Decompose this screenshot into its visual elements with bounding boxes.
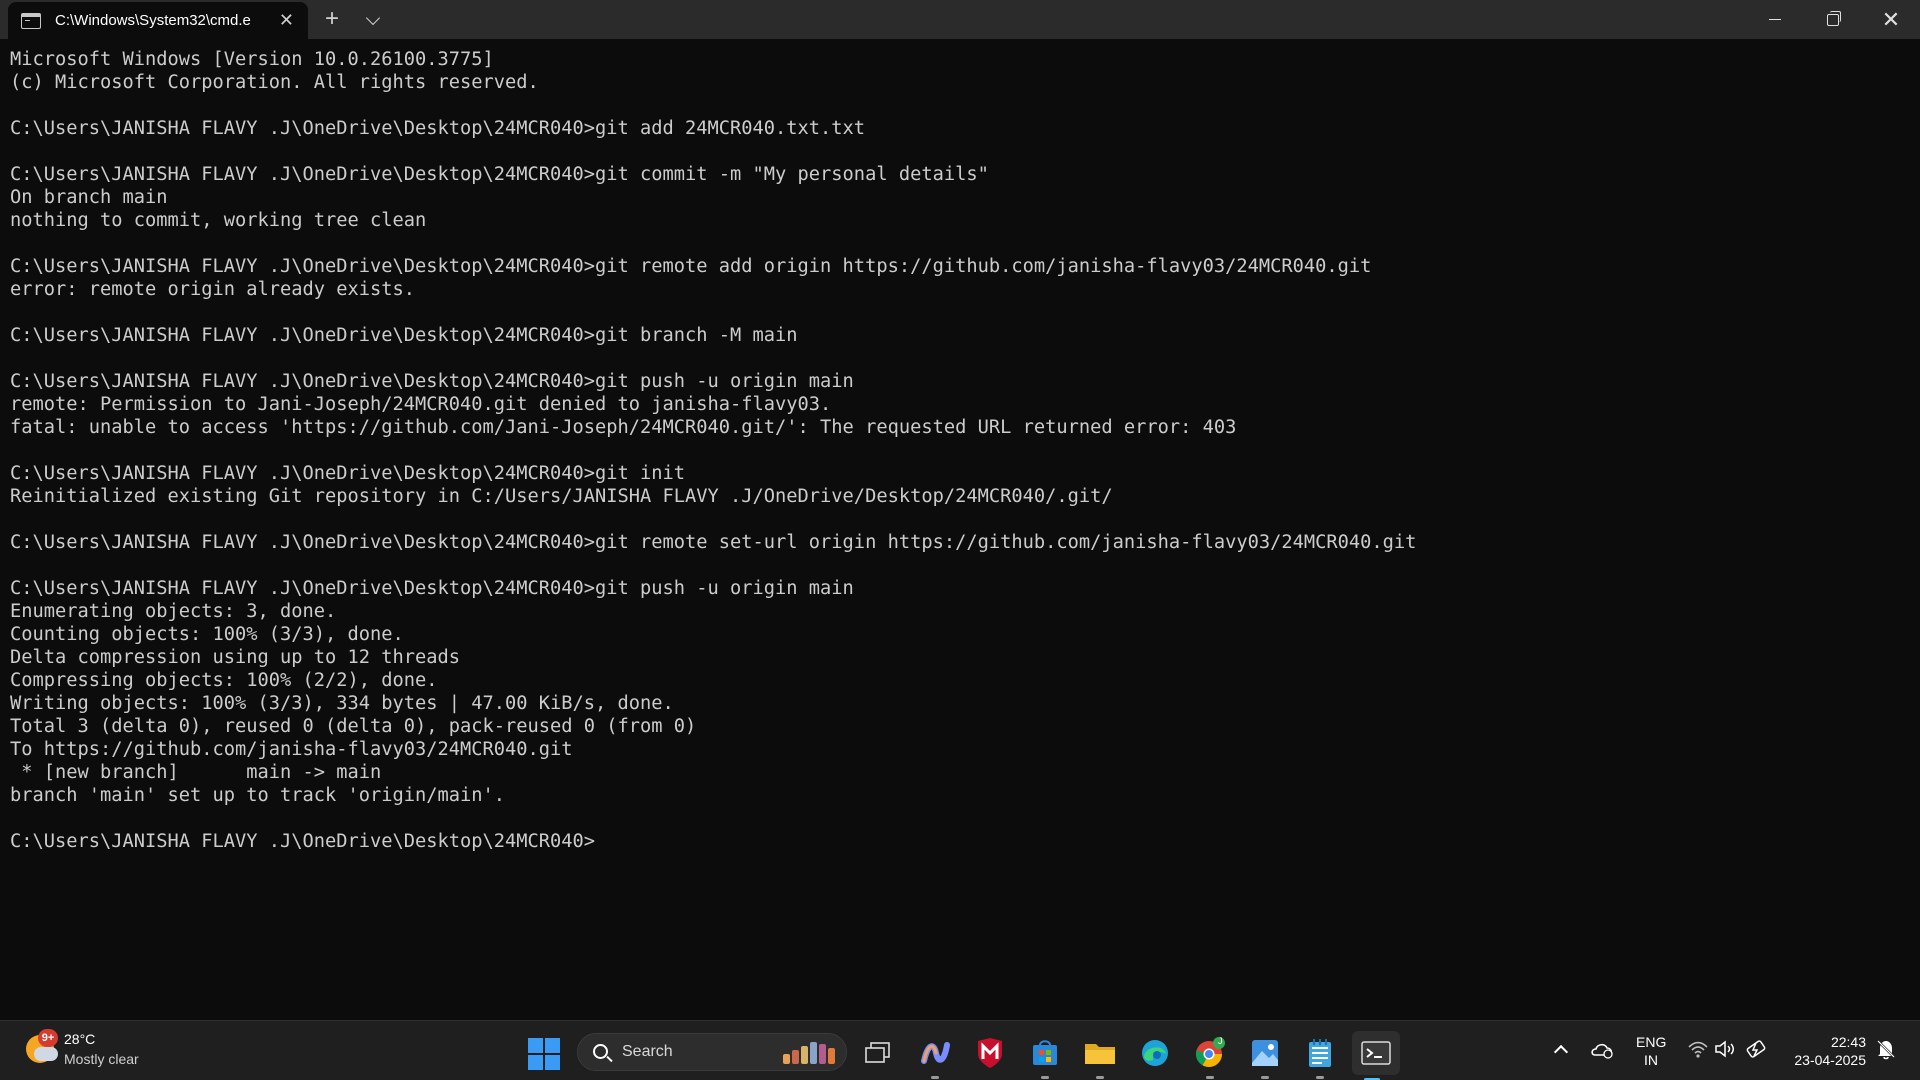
terminal-line: Delta compression using up to 12 threads (10, 647, 461, 668)
terminal-line: C:\Users\JANISHA FLAVY .J\OneDrive\Deskt… (10, 325, 798, 346)
task-view-button[interactable] (858, 1033, 898, 1073)
terminal-button[interactable] (1352, 1031, 1400, 1080)
edge-icon (1142, 1040, 1168, 1066)
cmd-icon (21, 12, 41, 29)
restore-button[interactable] (1804, 0, 1862, 39)
terminal-line: remote: Permission to Jani-Joseph/24MCR0… (10, 394, 832, 415)
terminal-line: Microsoft Windows [Version 10.0.26100.37… (10, 49, 494, 70)
copilot-icon (921, 1042, 950, 1064)
volume-icon[interactable] (1713, 1039, 1737, 1063)
weather-description: Mostly clear (64, 1051, 139, 1067)
app-running-indicator (1316, 1076, 1324, 1079)
app-running-indicator (1206, 1076, 1214, 1079)
file-explorer-icon (1085, 1044, 1115, 1064)
new-tab-button[interactable]: + (325, 5, 339, 33)
tab-cmd[interactable]: C:\Windows\System32\cmd.e ✕ (8, 2, 308, 39)
terminal-line: Enumerating objects: 3, done. (10, 601, 337, 622)
terminal-line: On branch main (10, 187, 168, 208)
mcafee-button[interactable] (970, 1033, 1010, 1073)
terminal-line: * [new branch] main -> main (10, 762, 382, 783)
clock[interactable]: 22:43 23-04-2025 (1780, 1033, 1866, 1069)
windows-logo-icon (528, 1038, 543, 1053)
task-view-icon (865, 1042, 890, 1063)
search-highlight-icon (783, 1042, 843, 1064)
input-language-indicator[interactable]: ENG IN (1636, 1033, 1666, 1069)
minimize-button[interactable] (1746, 0, 1804, 39)
terminal-icon (1361, 1041, 1391, 1065)
weather-badge: 9+ (38, 1029, 58, 1047)
taskbar: 9+ 28°C Mostly clear Search J ENG IN 22:… (0, 1020, 1920, 1080)
terminal-line: error: remote origin already exists. (10, 279, 416, 300)
onedrive-sync-icon[interactable] (1590, 1039, 1614, 1063)
language-code: ENG (1636, 1034, 1667, 1050)
terminal-line: C:\Users\JANISHA FLAVY .J\OneDrive\Deskt… (10, 532, 1417, 553)
clock-time: 22:43 (1830, 1034, 1866, 1050)
search-icon (593, 1044, 608, 1059)
photos-button[interactable] (1245, 1033, 1285, 1079)
app-running-indicator (931, 1076, 939, 1079)
file-explorer-button[interactable] (1080, 1033, 1120, 1079)
terminal-line: C:\Users\JANISHA FLAVY .J\OneDrive\Deskt… (10, 164, 989, 185)
terminal-output[interactable]: Microsoft Windows [Version 10.0.26100.37… (10, 48, 1910, 1018)
start-button[interactable] (528, 1038, 560, 1070)
title-bar: C:\Windows\System32\cmd.e ✕ + ✕ (0, 0, 1920, 39)
weather-widget[interactable]: 9+ 28°C Mostly clear (22, 1029, 182, 1073)
chevron-down-icon[interactable] (365, 10, 381, 26)
notepad-icon (1309, 1039, 1331, 1067)
show-hidden-icons-chevron-icon[interactable] (1553, 1044, 1569, 1060)
terminal-line: C:\Users\JANISHA FLAVY .J\OneDrive\Deskt… (10, 371, 854, 392)
chrome-button[interactable]: J (1190, 1033, 1230, 1079)
close-button[interactable]: ✕ (1862, 0, 1920, 39)
terminal-line: Compressing objects: 100% (2/2), done. (10, 670, 438, 691)
terminal-line: fatal: unable to access 'https://github.… (10, 417, 1237, 438)
minimize-icon (1769, 18, 1781, 21)
terminal-line: (c) Microsoft Corporation. All rights re… (10, 72, 539, 93)
app-running-indicator (1261, 1076, 1269, 1079)
terminal-line: To https://github.com/janisha-flavy03/24… (10, 739, 573, 760)
language-region: IN (1644, 1052, 1658, 1068)
terminal-line: Reinitialized existing Git repository in… (10, 486, 1113, 507)
copilot-button[interactable] (915, 1033, 955, 1079)
photos-icon (1252, 1040, 1278, 1066)
search-box[interactable]: Search (577, 1033, 847, 1071)
app-running-indicator (1041, 1076, 1049, 1079)
search-label: Search (622, 1043, 673, 1060)
app-running-indicator (1096, 1076, 1104, 1079)
terminal-line: C:\Users\JANISHA FLAVY .J\OneDrive\Deskt… (10, 256, 1372, 277)
terminal-line: C:\Users\JANISHA FLAVY .J\OneDrive\Deskt… (10, 578, 854, 599)
tab-close-icon[interactable]: ✕ (279, 10, 294, 30)
microsoft-store-icon (1033, 1040, 1057, 1065)
terminal-line: Total 3 (delta 0), reused 0 (delta 0), p… (10, 716, 697, 737)
terminal-line: C:\Users\JANISHA FLAVY .J\OneDrive\Deskt… (10, 118, 866, 139)
terminal-line: Counting objects: 100% (3/3), done. (10, 624, 404, 645)
terminal-line: nothing to commit, working tree clean (10, 210, 427, 231)
chrome-profile-badge: J (1218, 1036, 1223, 1046)
notepad-button[interactable] (1300, 1033, 1340, 1079)
terminal-line: Writing objects: 100% (3/3), 334 bytes |… (10, 693, 674, 714)
notification-bell-icon[interactable] (1874, 1038, 1898, 1062)
terminal-line: C:\Users\JANISHA FLAVY .J\OneDrive\Deskt… (10, 463, 686, 484)
microsoft-store-button[interactable] (1025, 1033, 1065, 1079)
terminal-line: C:\Users\JANISHA FLAVY .J\OneDrive\Deskt… (10, 831, 596, 852)
clock-date: 23-04-2025 (1794, 1052, 1866, 1068)
tab-title: C:\Windows\System32\cmd.e (55, 12, 251, 29)
edge-button[interactable] (1135, 1033, 1175, 1073)
terminal-line: branch 'main' set up to track 'origin/ma… (10, 785, 506, 806)
wifi-icon[interactable] (1686, 1039, 1710, 1063)
restore-icon (1827, 10, 1841, 26)
battery-charging-icon[interactable] (1744, 1039, 1768, 1063)
mcafee-icon (978, 1038, 1002, 1068)
weather-temperature: 28°C (64, 1031, 96, 1047)
